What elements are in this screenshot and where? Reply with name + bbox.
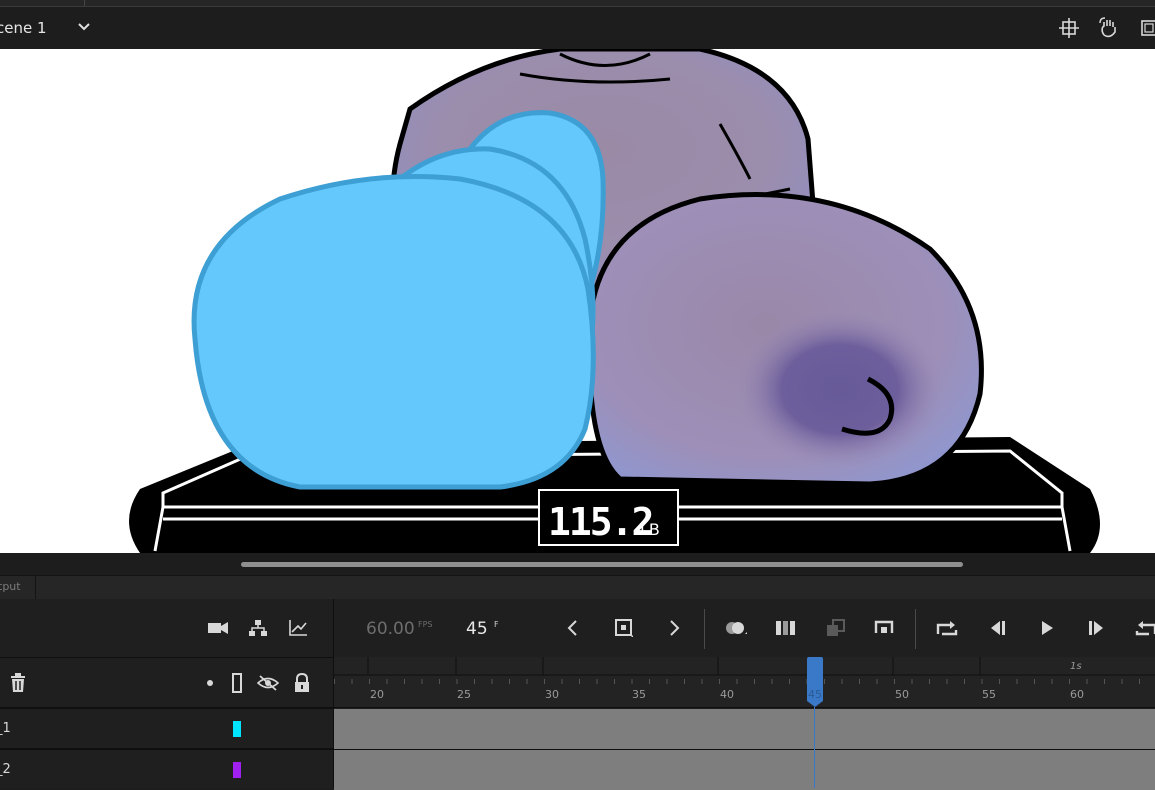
top-strip-tick — [84, 0, 85, 6]
stage-artwork: 115.2 LB — [129, 49, 1100, 553]
onion-skin-icon[interactable] — [724, 616, 748, 640]
chevron-left-icon[interactable] — [561, 616, 585, 640]
ruler-label-60: 60 — [1070, 688, 1084, 701]
scrollbar-thumb[interactable] — [241, 562, 963, 567]
fps-unit: FPS — [418, 620, 433, 629]
scene-name: cene 1 — [0, 19, 47, 37]
chevron-right-icon[interactable] — [662, 616, 686, 640]
panel-tab-row: tput — [0, 575, 1155, 600]
timeline-panel: _1 _2 60.00 FPS 45 F — [0, 599, 1155, 790]
scale-display-value: 115.2 — [548, 500, 652, 544]
playhead[interactable]: 45 — [807, 657, 823, 701]
play-icon[interactable] — [1035, 616, 1059, 640]
output-tab[interactable]: tput — [0, 580, 21, 593]
ruler-label-30: 30 — [545, 688, 559, 701]
ruler-second-marker: 1s — [1070, 661, 1082, 672]
camera-icon[interactable] — [206, 616, 230, 640]
areola — [735, 309, 945, 469]
layer-color-swatch-2[interactable] — [233, 762, 241, 778]
layer-name-1[interactable]: _1 — [0, 721, 11, 736]
fps-value[interactable]: 60.00 — [366, 619, 415, 639]
stage-canvas[interactable]: 115.2 LB — [0, 49, 1155, 553]
insert-keyframe-icon[interactable] — [612, 616, 636, 640]
outline-icon[interactable] — [225, 671, 249, 695]
layers-column: _1 _2 — [0, 599, 1155, 788]
layer-track-1[interactable] — [334, 709, 1155, 749]
rewind-loop-icon[interactable] — [1134, 616, 1155, 640]
graph-icon[interactable] — [286, 616, 310, 640]
edit-multiple-frames-icon[interactable] — [774, 616, 798, 640]
paste-frames-icon[interactable] — [824, 616, 848, 640]
ruler-label-20: 20 — [370, 688, 384, 701]
stage-horizontal-scrollbar[interactable] — [0, 553, 1155, 575]
clip-stage-icon[interactable] — [1138, 17, 1155, 39]
ruler-label-40: 40 — [720, 688, 734, 701]
layer-color-swatch-1[interactable] — [233, 721, 241, 737]
eye-hidden-icon[interactable] — [256, 671, 280, 695]
step-forward-icon[interactable] — [1085, 616, 1109, 640]
tab-separator — [35, 576, 36, 599]
scene-bar: cene 1 — [0, 7, 1155, 49]
dot-icon[interactable] — [198, 671, 222, 695]
ruler-label-50: 50 — [895, 688, 909, 701]
ruler-bottom-separator — [0, 707, 1155, 708]
chevron-down-icon[interactable] — [76, 19, 92, 35]
lock-icon[interactable] — [290, 671, 314, 695]
layer-hierarchy-icon[interactable] — [246, 616, 270, 640]
frame-unit: F — [494, 620, 499, 629]
layer-name-2[interactable]: _2 — [0, 762, 11, 777]
current-frame[interactable]: 45 — [466, 619, 488, 639]
toolbar-separator — [915, 609, 916, 649]
ruler-label-55: 55 — [982, 688, 996, 701]
timeline-ruler[interactable]: 20 25 30 35 40 50 55 60 1s 45 — [334, 657, 1155, 707]
layer-track-2[interactable] — [334, 750, 1155, 790]
toolbar-separator — [704, 609, 705, 649]
blue-front-lobe — [191, 174, 596, 490]
center-frame-icon[interactable] — [872, 616, 896, 640]
loop-icon[interactable] — [935, 616, 959, 640]
rotate-hand-icon[interactable] — [1098, 17, 1120, 39]
ruler-label-25: 25 — [457, 688, 471, 701]
top-strip — [0, 0, 1155, 7]
scale-display-unit: LB — [640, 520, 660, 539]
trash-icon[interactable] — [6, 671, 30, 695]
step-back-icon[interactable] — [985, 616, 1009, 640]
playhead-label: 45 — [808, 688, 822, 701]
snap-to-center-icon[interactable] — [1058, 17, 1080, 39]
ruler-label-35: 35 — [632, 688, 646, 701]
